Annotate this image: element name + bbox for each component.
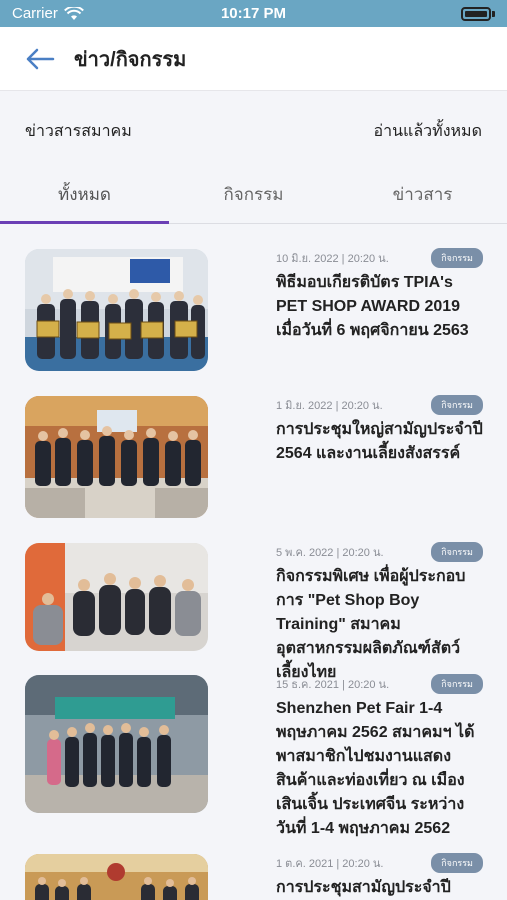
news-meta: 15 ธ.ค. 2021 | 20:20 น. กิจกรรม Shenzhen… <box>276 674 483 841</box>
category-badge: กิจกรรม <box>431 248 483 268</box>
list-item[interactable]: 5 พ.ค. 2022 | 20:20 น. กิจกรรม กิจกรรมพิ… <box>0 542 507 681</box>
news-thumbnail <box>25 854 208 900</box>
news-meta: 5 พ.ค. 2022 | 20:20 น. กิจกรรม กิจกรรมพิ… <box>276 542 483 685</box>
news-thumbnail <box>25 249 208 371</box>
news-date: 1 มิ.ย. 2022 | 20:20 น. <box>276 400 383 412</box>
news-thumbnail <box>25 543 208 651</box>
list-item[interactable]: 10 มิ.ย. 2022 | 20:20 น. กิจกรรม พิธีมอบ… <box>0 248 507 371</box>
battery-icon <box>461 6 495 21</box>
mark-all-read-button[interactable]: อ่านแล้วทั้งหมด <box>374 119 482 144</box>
back-button[interactable] <box>18 37 62 81</box>
news-date: 10 มิ.ย. 2022 | 20:20 น. <box>276 253 389 265</box>
news-title: กิจกรรมพิเศษ เพื่อผู้ประกอบการ "Pet Shop… <box>276 568 466 681</box>
news-date: 1 ต.ค. 2021 | 20:20 น. <box>276 858 384 870</box>
status-left: Carrier <box>12 5 84 22</box>
news-date: 5 พ.ค. 2022 | 20:20 น. <box>276 547 384 559</box>
news-meta: 1 มิ.ย. 2022 | 20:20 น. กิจกรรม การประชุ… <box>276 395 483 466</box>
news-date: 15 ธ.ค. 2021 | 20:20 น. <box>276 679 390 691</box>
tab-bar: ทั้งหมด กิจกรรม ข่าวสาร <box>0 170 507 224</box>
section-label: ข่าวสารสมาคม <box>25 122 132 140</box>
wifi-icon <box>63 6 84 20</box>
tab-news[interactable]: ข่าวสาร <box>338 170 507 223</box>
news-title: พิธีมอบเกียรติบัตร TPIA's PET SHOP AWARD… <box>276 274 469 339</box>
tab-activities[interactable]: กิจกรรม <box>169 170 338 223</box>
tab-all[interactable]: ทั้งหมด <box>0 170 169 224</box>
category-badge: กิจกรรม <box>431 674 483 694</box>
status-bar: Carrier 10:17 PM <box>0 0 507 27</box>
list-item[interactable]: 1 ต.ค. 2021 | 20:20 น. กิจกรรม การประชุม… <box>0 853 507 900</box>
list-item[interactable]: 1 มิ.ย. 2022 | 20:20 น. กิจกรรม การประชุ… <box>0 395 507 518</box>
news-meta: 1 ต.ค. 2021 | 20:20 น. กิจกรรม การประชุม… <box>276 853 483 900</box>
news-thumbnail <box>25 396 208 518</box>
news-title: Shenzhen Pet Fair 1-4 พฤษภาคม 2562 สมาคม… <box>276 700 475 837</box>
category-badge: กิจกรรม <box>431 395 483 415</box>
category-badge: กิจกรรม <box>431 542 483 562</box>
news-thumbnail <box>25 675 208 813</box>
subheader: ข่าวสารสมาคม อ่านแล้วทั้งหมด <box>0 112 507 150</box>
carrier-label: Carrier <box>12 5 58 22</box>
arrow-left-icon <box>26 48 55 69</box>
news-title: การประชุมสามัญประจำปี 2561 <box>276 879 451 896</box>
list-item[interactable]: 15 ธ.ค. 2021 | 20:20 น. กิจกรรม Shenzhen… <box>0 674 507 837</box>
news-title: การประชุมใหญ่สามัญประจำปี 2564 และงานเลี… <box>276 421 483 462</box>
category-badge: กิจกรรม <box>431 853 483 873</box>
page-title: ข่าว/กิจกรรม <box>74 48 187 71</box>
news-meta: 10 มิ.ย. 2022 | 20:20 น. กิจกรรม พิธีมอบ… <box>276 248 483 343</box>
news-list: 10 มิ.ย. 2022 | 20:20 น. กิจกรรม พิธีมอบ… <box>0 224 507 900</box>
app-header: ข่าว/กิจกรรม <box>0 27 507 91</box>
